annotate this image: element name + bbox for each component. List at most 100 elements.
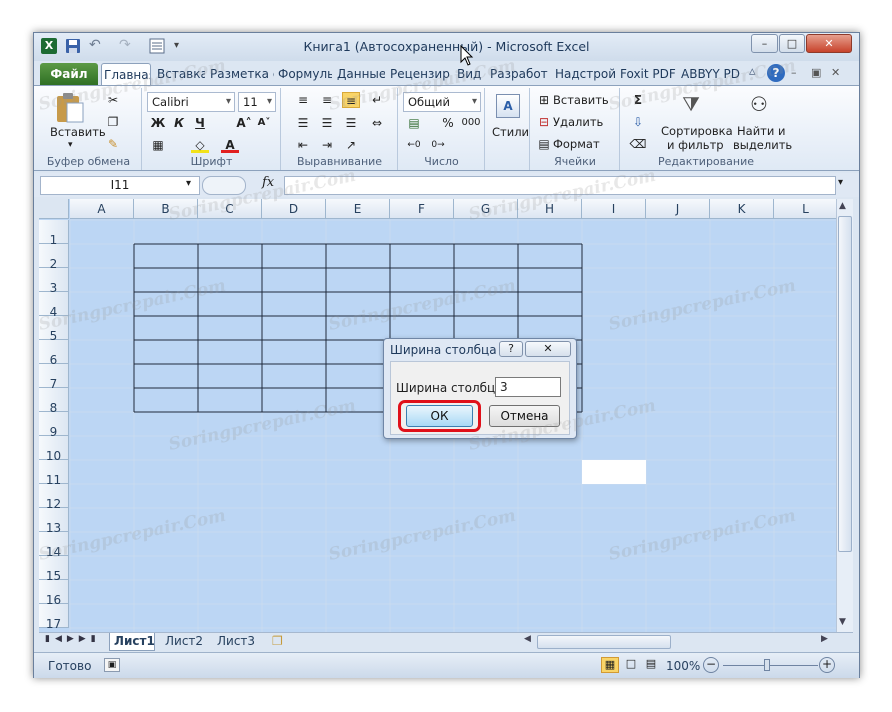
thousands-button[interactable]: 000 bbox=[459, 115, 483, 131]
zoom-out-icon[interactable]: − bbox=[703, 657, 719, 673]
page-layout-view-icon[interactable]: □ bbox=[622, 657, 640, 673]
font-name-combo[interactable]: Calibri bbox=[147, 92, 235, 112]
sheet-nav-icons[interactable]: ▮◀▶▶▮ bbox=[45, 634, 101, 644]
bold-button[interactable]: Ж bbox=[149, 115, 167, 131]
fill-icon[interactable]: ⇩ bbox=[629, 114, 647, 130]
copy-icon[interactable]: ❐ bbox=[104, 114, 122, 130]
insert-sheet-icon[interactable]: ❐ bbox=[272, 634, 283, 648]
sheet-tab-2[interactable]: Лист2 bbox=[161, 633, 207, 651]
tab-developer[interactable]: Разработ bbox=[488, 63, 550, 85]
hscroll-left-icon[interactable]: ◀ bbox=[524, 634, 531, 644]
tab-page-layout[interactable]: Разметка с bbox=[208, 63, 274, 85]
help-icon[interactable]: ? bbox=[767, 64, 785, 82]
scroll-thumb[interactable] bbox=[838, 216, 852, 552]
tab-data[interactable]: Данные bbox=[335, 63, 385, 85]
sort-filter-label[interactable]: Сортировка bbox=[661, 124, 733, 138]
increase-indent-icon[interactable]: ⇥ bbox=[318, 137, 336, 153]
find-select-label-2[interactable]: выделить bbox=[733, 138, 792, 152]
shrink-font-icon[interactable]: A˅ bbox=[255, 115, 273, 131]
tab-insert[interactable]: Вставка bbox=[155, 63, 205, 85]
align-middle-icon[interactable]: ≡ bbox=[318, 92, 336, 108]
hscroll-thumb[interactable] bbox=[537, 635, 671, 649]
tab-formulas[interactable]: Формулы bbox=[276, 63, 332, 85]
scroll-down-icon[interactable]: ▼ bbox=[839, 617, 846, 627]
delete-cells-button[interactable]: Удалить bbox=[553, 115, 603, 129]
format-cells-button[interactable]: Формат bbox=[553, 137, 600, 151]
font-size-combo[interactable]: 11 bbox=[238, 92, 276, 112]
column-width-dialog: Ширина столбца ? ✕ Ширина столбца: 3 ОК … bbox=[383, 338, 577, 439]
dialog-close-button[interactable]: ✕ bbox=[525, 341, 571, 357]
insert-cells-button[interactable]: Вставить bbox=[553, 93, 609, 107]
paste-label[interactable]: Вставить bbox=[50, 125, 106, 139]
align-right-icon[interactable]: ☰ bbox=[342, 115, 360, 131]
fill-color-icon[interactable]: ◇ bbox=[191, 137, 209, 153]
tab-review[interactable]: Рецензир bbox=[388, 63, 452, 85]
cut-icon[interactable]: ✂ bbox=[104, 92, 122, 108]
delete-cells-icon[interactable]: ⊟ bbox=[535, 114, 553, 130]
zoom-level[interactable]: 100% bbox=[666, 659, 700, 673]
scroll-up-icon[interactable]: ▲ bbox=[839, 201, 846, 211]
tab-addins[interactable]: Надстрой bbox=[553, 63, 615, 85]
styles-icon[interactable]: A bbox=[496, 94, 520, 118]
grow-font-icon[interactable]: A˄ bbox=[235, 115, 253, 131]
styles-label[interactable]: Стили bbox=[492, 125, 529, 139]
zoom-slider-track[interactable] bbox=[723, 665, 818, 666]
merge-center-icon[interactable]: ⇔ bbox=[368, 115, 386, 131]
currency-icon[interactable]: ▤ bbox=[405, 115, 423, 131]
increase-decimal-icon[interactable]: ←0 bbox=[405, 137, 423, 153]
format-cells-icon[interactable]: ▤ bbox=[535, 136, 553, 152]
underline-button[interactable]: Ч bbox=[191, 115, 209, 131]
borders-icon[interactable]: ▦ bbox=[149, 137, 167, 153]
formula-input[interactable] bbox=[284, 176, 836, 195]
tab-home[interactable]: Главная bbox=[101, 63, 151, 85]
macro-record-icon[interactable]: ▣ bbox=[104, 658, 120, 672]
align-center-icon[interactable]: ☰ bbox=[318, 115, 336, 131]
decrease-indent-icon[interactable]: ⇤ bbox=[294, 137, 312, 153]
ok-button[interactable]: ОК bbox=[406, 405, 473, 427]
orientation-icon[interactable]: ↗ bbox=[342, 137, 360, 153]
normal-view-icon[interactable]: ▦ bbox=[601, 657, 619, 673]
percent-button[interactable]: % bbox=[439, 115, 457, 131]
zoom-in-icon[interactable]: + bbox=[819, 657, 835, 673]
name-box[interactable]: I11 bbox=[40, 176, 200, 195]
paste-icon[interactable] bbox=[54, 92, 86, 124]
sort-filter-label-2[interactable]: и фильтр bbox=[667, 138, 724, 152]
wrap-text-icon[interactable]: ↵ bbox=[368, 92, 386, 108]
paste-dropdown-icon[interactable]: ▾ bbox=[68, 140, 73, 150]
insert-cells-icon[interactable]: ⊞ bbox=[535, 92, 553, 108]
tab-foxit-pdf[interactable]: Foxit PDF bbox=[618, 63, 676, 85]
align-left-icon[interactable]: ☰ bbox=[294, 115, 312, 131]
expand-formula-icon[interactable]: ▾ bbox=[838, 177, 843, 188]
zoom-slider-thumb[interactable] bbox=[764, 659, 770, 671]
restore-workbook-icon[interactable]: ▣ bbox=[811, 66, 827, 82]
function-button[interactable]: fx bbox=[262, 175, 274, 190]
align-top-icon[interactable]: ≡ bbox=[294, 92, 312, 108]
sort-filter-icon[interactable]: ⧩ bbox=[677, 92, 705, 120]
clear-icon[interactable]: ⌫ bbox=[629, 136, 647, 152]
vertical-scrollbar[interactable]: ▲ ▼ bbox=[836, 199, 853, 632]
find-select-label[interactable]: Найти и bbox=[737, 124, 785, 138]
number-format-combo[interactable]: Общий bbox=[403, 92, 481, 112]
cancel-button[interactable]: Отмена bbox=[489, 405, 560, 427]
align-bottom-icon[interactable]: ≡ bbox=[342, 92, 360, 108]
page-break-view-icon[interactable]: ▤ bbox=[642, 657, 660, 673]
collapse-ribbon-icon[interactable]: ▵ bbox=[749, 64, 765, 80]
minimize-workbook-icon[interactable]: – bbox=[791, 66, 807, 82]
maximize-button[interactable]: □ bbox=[779, 34, 805, 53]
font-color-icon[interactable]: A bbox=[221, 137, 239, 153]
autosum-button[interactable]: Σ bbox=[629, 92, 647, 108]
close-button[interactable]: ✕ bbox=[806, 34, 852, 53]
name-box-dropdown-icon[interactable]: ▾ bbox=[186, 178, 191, 189]
column-width-input[interactable]: 3 bbox=[495, 377, 561, 397]
close-workbook-icon[interactable]: ✕ bbox=[831, 66, 847, 82]
tab-abbyy-pdf[interactable]: ABBYY PDF bbox=[679, 63, 741, 85]
decrease-decimal-icon[interactable]: 0→ bbox=[429, 137, 447, 153]
minimize-button[interactable]: – bbox=[751, 34, 778, 53]
sheet-tab-1[interactable]: Лист1 bbox=[109, 633, 155, 651]
format-painter-icon[interactable]: ✎ bbox=[104, 136, 122, 152]
dialog-help-button[interactable]: ? bbox=[499, 341, 523, 357]
binoculars-icon[interactable]: ⚇ bbox=[745, 92, 773, 120]
italic-button[interactable]: К bbox=[170, 115, 188, 131]
sheet-tab-3[interactable]: Лист3 bbox=[213, 633, 259, 651]
hscroll-right-icon[interactable]: ▶ bbox=[821, 634, 828, 644]
